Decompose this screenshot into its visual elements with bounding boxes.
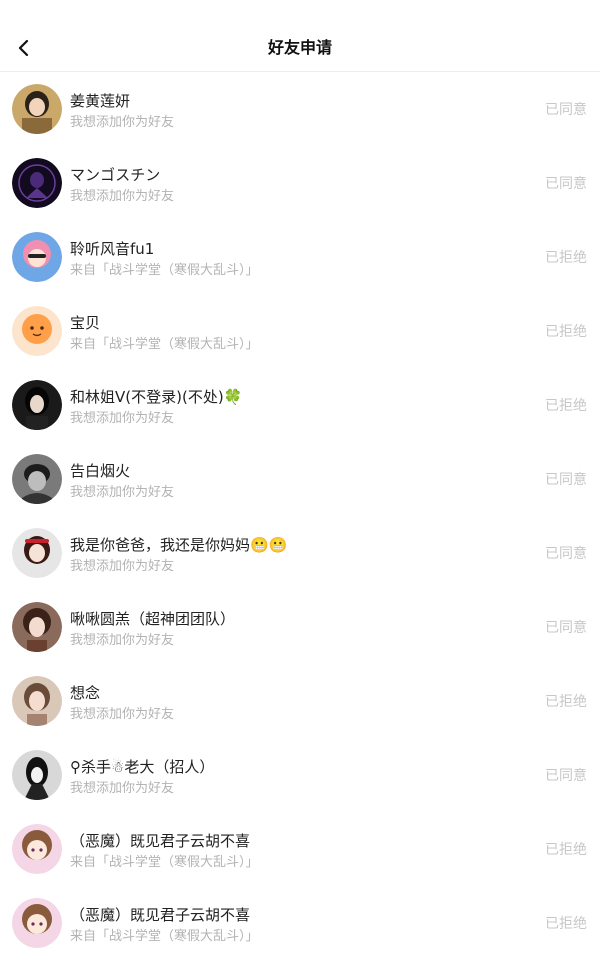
avatar[interactable]: [12, 528, 62, 578]
requester-name: 姜黄莲妍: [70, 92, 131, 110]
status-label[interactable]: 已同意: [545, 765, 587, 785]
header-bar: 好友申请: [0, 0, 600, 72]
requester-name: ⚲杀手☃老大（招人）: [70, 758, 215, 776]
request-row[interactable]: （恶魔）既见君子云胡不喜 来自「战斗学堂（寒假大乱斗）」 已拒绝: [0, 812, 600, 886]
request-row[interactable]: ⚲杀手☃老大（招人） 我想添加你为好友 已同意: [0, 738, 600, 812]
avatar-image: [12, 232, 62, 282]
status-label[interactable]: 已拒绝: [545, 839, 587, 859]
status-label[interactable]: 已拒绝: [545, 321, 587, 341]
requester-name: 和林姐V(不登录)(不处)🍀: [70, 388, 243, 406]
request-message: 来自「战斗学堂（寒假大乱斗）」: [70, 855, 259, 870]
request-row[interactable]: 宝贝 来自「战斗学堂（寒假大乱斗）」 已拒绝: [0, 294, 600, 368]
request-row[interactable]: 啾啾圆羔（超神团团队） 我想添加你为好友 已同意: [0, 590, 600, 664]
requester-name: （恶魔）既见君子云胡不喜: [70, 832, 251, 850]
avatar-image: [12, 528, 62, 578]
avatar-image: [12, 898, 62, 948]
request-row[interactable]: 姜黄莲妍 我想添加你为好友 已同意: [0, 72, 600, 146]
avatar-image: [12, 750, 62, 800]
friend-request-list: 姜黄莲妍 我想添加你为好友 已同意 マンゴスチン 我想添加你为好友 已同意 聆听…: [0, 72, 600, 960]
status-label[interactable]: 已拒绝: [545, 395, 587, 415]
requester-name: （恶魔）既见君子云胡不喜: [70, 906, 251, 924]
requester-name: 宝贝: [70, 314, 101, 332]
request-row[interactable]: 聆听风音fu1 来自「战斗学堂（寒假大乱斗）」 已拒绝: [0, 220, 600, 294]
request-row[interactable]: 告白烟火 我想添加你为好友 已同意: [0, 442, 600, 516]
requester-name: 啾啾圆羔（超神团团队）: [70, 610, 236, 628]
avatar[interactable]: [12, 454, 62, 504]
avatar-image: [12, 84, 62, 134]
request-row[interactable]: （恶魔）既见君子云胡不喜 来自「战斗学堂（寒假大乱斗）」 已拒绝: [0, 886, 600, 960]
request-row[interactable]: マンゴスチン 我想添加你为好友 已同意: [0, 146, 600, 220]
avatar[interactable]: [12, 232, 62, 282]
avatar[interactable]: [12, 898, 62, 948]
avatar[interactable]: [12, 676, 62, 726]
page-title: 好友申请: [267, 38, 332, 57]
request-message: 我想添加你为好友: [70, 411, 175, 426]
status-label[interactable]: 已同意: [545, 469, 587, 489]
request-message: 我想添加你为好友: [70, 189, 175, 204]
requester-name: マンゴスチン: [70, 166, 161, 184]
status-label[interactable]: 已同意: [545, 617, 587, 637]
request-message: 我想添加你为好友: [70, 707, 175, 722]
avatar[interactable]: [12, 824, 62, 874]
status-label[interactable]: 已拒绝: [545, 691, 587, 711]
avatar[interactable]: [12, 84, 62, 134]
request-message: 来自「战斗学堂（寒假大乱斗）」: [70, 263, 259, 278]
avatar[interactable]: [12, 602, 62, 652]
avatar[interactable]: [12, 158, 62, 208]
requester-name: 告白烟火: [70, 462, 131, 480]
status-label[interactable]: 已拒绝: [545, 913, 587, 933]
request-message: 我想添加你为好友: [70, 559, 175, 574]
status-label[interactable]: 已同意: [545, 543, 587, 563]
request-message: 我想添加你为好友: [70, 115, 175, 130]
request-message: 来自「战斗学堂（寒假大乱斗）」: [70, 337, 259, 352]
avatar[interactable]: [12, 750, 62, 800]
avatar-image: [12, 158, 62, 208]
request-message: 我想添加你为好友: [70, 781, 175, 796]
avatar-image: [12, 380, 62, 430]
requester-name: 我是你爸爸，我还是你妈妈😬😬: [70, 536, 288, 554]
requester-name: 聆听风音fu1: [70, 240, 155, 258]
status-label[interactable]: 已拒绝: [545, 247, 587, 267]
request-row[interactable]: 我是你爸爸，我还是你妈妈😬😬 我想添加你为好友 已同意: [0, 516, 600, 590]
request-message: 来自「战斗学堂（寒假大乱斗）」: [70, 929, 259, 944]
status-label[interactable]: 已同意: [545, 99, 587, 119]
request-message: 我想添加你为好友: [70, 485, 175, 500]
avatar-image: [12, 602, 62, 652]
avatar-image: [12, 454, 62, 504]
avatar-image: [12, 676, 62, 726]
avatar[interactable]: [12, 380, 62, 430]
avatar-image: [12, 306, 62, 356]
request-row[interactable]: 想念 我想添加你为好友 已拒绝: [0, 664, 600, 738]
avatar[interactable]: [12, 306, 62, 356]
avatar-image: [12, 824, 62, 874]
requester-name: 想念: [70, 684, 101, 702]
status-label[interactable]: 已同意: [545, 173, 587, 193]
request-message: 我想添加你为好友: [70, 633, 175, 648]
request-row[interactable]: 和林姐V(不登录)(不处)🍀 我想添加你为好友 已拒绝: [0, 368, 600, 442]
